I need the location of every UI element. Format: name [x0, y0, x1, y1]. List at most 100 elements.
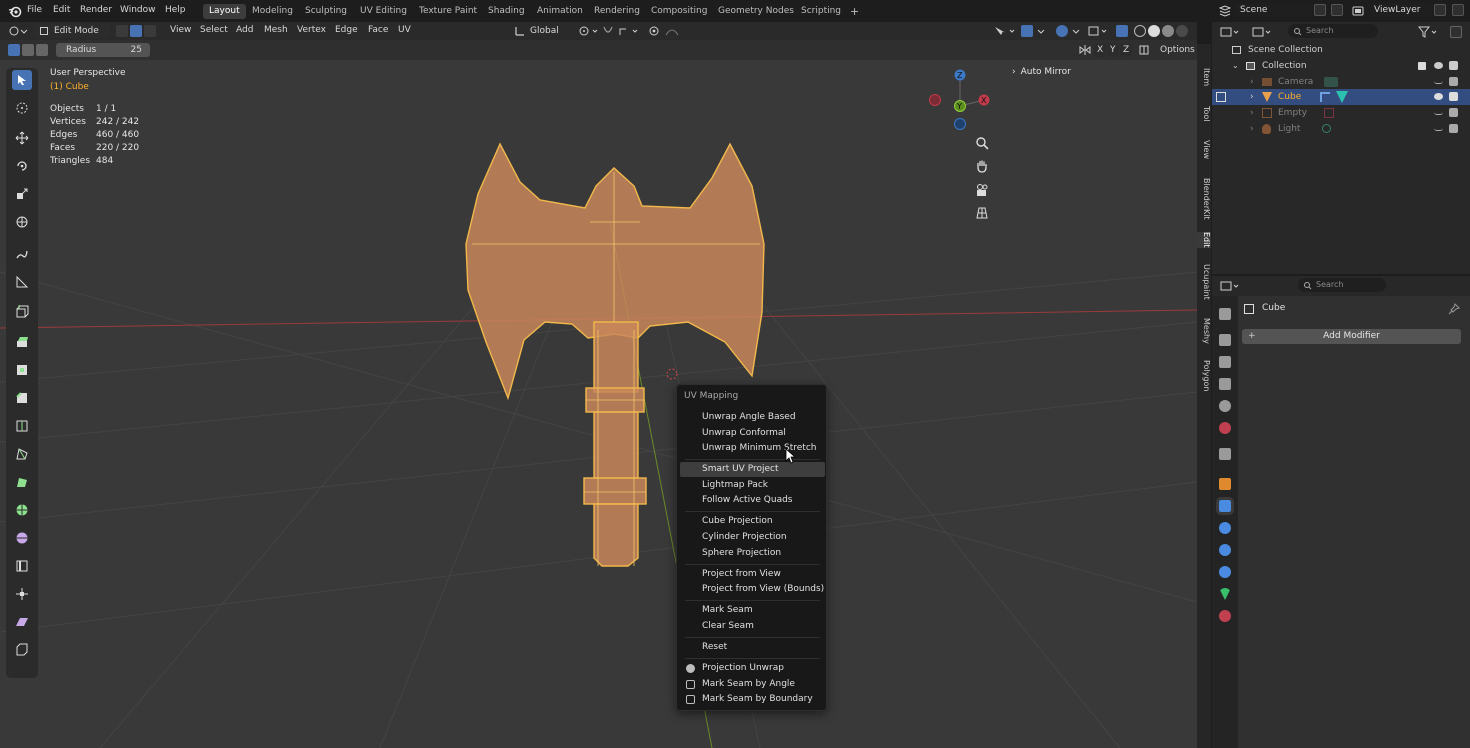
knife-tool-button[interactable]	[12, 444, 32, 464]
menu-item-unwrap-minimum-stretch[interactable]: Unwrap Minimum Stretch	[680, 441, 825, 456]
new-collection-icon[interactable]	[1450, 26, 1462, 38]
tool-tab-icon[interactable]	[1219, 308, 1231, 320]
select-extend-mode-icon[interactable]	[22, 44, 34, 56]
material-tab-icon[interactable]	[1219, 610, 1231, 622]
exclude-checkbox[interactable]	[1418, 62, 1426, 70]
view-layer-tab-icon[interactable]	[1219, 378, 1231, 390]
xray-toggle-icon[interactable]	[1116, 25, 1128, 37]
menu-item-cube-projection[interactable]: Cube Projection	[680, 514, 825, 529]
gizmo-toggle-icon[interactable]	[1021, 25, 1033, 37]
menu-item-cylinder-projection[interactable]: Cylinder Projection	[680, 530, 825, 545]
gizmo-neg-z[interactable]	[954, 118, 966, 130]
mirror-butterfly-icon[interactable]	[1078, 44, 1092, 56]
menu-item-sphere-projection[interactable]: Sphere Projection	[680, 546, 825, 561]
chevron-right-icon[interactable]: ›	[1250, 74, 1254, 90]
sidebar-tab-tool[interactable]: Tool	[1197, 106, 1211, 122]
mesh-edit-overlays-icon[interactable]	[1088, 25, 1112, 37]
edge-slide-tool-button[interactable]	[12, 556, 32, 576]
delete-scene-icon[interactable]	[1331, 4, 1343, 16]
bevel-tool-button[interactable]	[12, 388, 32, 408]
outliner-item-cube[interactable]: › Cube	[1212, 89, 1470, 105]
eye-icon[interactable]	[1434, 93, 1443, 100]
menu-item-lightmap-pack[interactable]: Lightmap Pack	[680, 478, 825, 493]
menu-item-project-from-view-bounds[interactable]: Project from View (Bounds)	[680, 582, 825, 597]
hidden-eye-icon[interactable]	[1434, 128, 1443, 131]
zoom-icon[interactable]	[974, 135, 990, 151]
chevron-right-icon[interactable]: ›	[1250, 105, 1254, 121]
menu-item-reset[interactable]: Reset	[680, 640, 825, 655]
editor-type-icon[interactable]	[8, 25, 28, 37]
eye-icon[interactable]	[1434, 62, 1443, 69]
menu-item-clear-seam[interactable]: Clear Seam	[680, 619, 825, 634]
hidden-eye-icon[interactable]	[1434, 112, 1443, 115]
delete-view-layer-icon[interactable]	[1452, 4, 1464, 16]
camera-render-icon[interactable]	[1449, 124, 1458, 133]
pivot-point-icon[interactable]	[578, 25, 600, 37]
filter-icon[interactable]	[1418, 26, 1440, 38]
menu-view[interactable]: View	[170, 25, 191, 35]
shrink-fatten-tool-button[interactable]	[12, 584, 32, 604]
add-modifier-button[interactable]: + Add Modifier	[1242, 329, 1461, 344]
scale-tool-button[interactable]	[12, 184, 32, 204]
particles-tab-icon[interactable]	[1219, 522, 1231, 534]
edit-mode-toggle-icon[interactable]	[1216, 92, 1226, 102]
sidebar-tab-polygon[interactable]: Polygon	[1197, 360, 1211, 391]
menu-item-unwrap-conformal[interactable]: Unwrap Conformal	[680, 426, 825, 441]
view-layer-selector[interactable]: ViewLayer	[1370, 3, 1432, 17]
menu-item-follow-active-quads[interactable]: Follow Active Quads	[680, 493, 825, 508]
output-tab-icon[interactable]	[1219, 356, 1231, 368]
rendered-shading-icon[interactable]	[1176, 25, 1188, 37]
add-cube-tool-button[interactable]	[12, 302, 32, 322]
menu-vertex[interactable]: Vertex	[297, 25, 326, 35]
workspace-tab-scripting[interactable]: Scripting	[795, 4, 847, 19]
properties-editor-type-icon[interactable]	[1220, 280, 1242, 292]
solid-shading-icon[interactable]	[1148, 25, 1160, 37]
sidebar-tab-item[interactable]: Item	[1197, 68, 1211, 86]
menu-edge[interactable]: Edge	[335, 25, 358, 35]
material-preview-shading-icon[interactable]	[1162, 25, 1174, 37]
menu-file[interactable]: File	[27, 5, 42, 15]
sidebar-tab-ucupaint[interactable]: Ucupaint	[1197, 264, 1211, 300]
smooth-tool-button[interactable]	[12, 528, 32, 548]
workspace-tab-rendering[interactable]: Rendering	[588, 4, 646, 19]
pin-icon[interactable]	[1448, 303, 1460, 315]
workspace-tab-geometry-nodes[interactable]: Geometry Nodes	[712, 4, 800, 19]
options-dropdown[interactable]: Options	[1156, 43, 1196, 57]
menu-edit[interactable]: Edit	[53, 5, 70, 15]
menu-render[interactable]: Render	[80, 5, 112, 15]
face-select-icon[interactable]	[144, 25, 156, 37]
radius-field[interactable]: Radius 25	[56, 43, 150, 57]
mirror-z-toggle[interactable]: Z	[1120, 43, 1132, 57]
scene-collection-row[interactable]: Scene Collection	[1212, 42, 1470, 58]
menu-window[interactable]: Window	[120, 5, 156, 15]
gizmo-dropdown-icon[interactable]	[1036, 25, 1046, 37]
menu-item-unwrap-angle-based[interactable]: Unwrap Angle Based	[680, 410, 825, 425]
scene-selector[interactable]: Scene	[1236, 3, 1312, 17]
rotate-tool-button[interactable]	[12, 156, 32, 176]
mirror-y-toggle[interactable]: Y	[1107, 43, 1119, 57]
mirror-x-toggle[interactable]: X	[1094, 43, 1106, 57]
outliner-item-light[interactable]: › Light	[1212, 121, 1470, 137]
select-subtract-mode-icon[interactable]	[36, 44, 48, 56]
collection-row[interactable]: ⌄ Collection	[1212, 58, 1470, 74]
workspace-tab-shading[interactable]: Shading	[482, 4, 531, 19]
workspace-tab-layout[interactable]: Layout	[203, 4, 246, 19]
select-box-mode-icon[interactable]	[8, 44, 20, 56]
mode-selector[interactable]: Edit Mode	[36, 24, 110, 38]
chevron-right-icon[interactable]: ›	[1250, 89, 1254, 105]
overlays-dropdown-icon[interactable]	[1071, 25, 1081, 37]
camera-render-icon[interactable]	[1449, 92, 1458, 101]
sidebar-tab-edit[interactable]: Edit	[1197, 232, 1211, 248]
add-workspace-button[interactable]: +	[844, 4, 865, 19]
mesh-symmetry-icon[interactable]	[1138, 44, 1150, 56]
cursor-tool-button[interactable]	[12, 98, 32, 118]
menu-item-project-from-view[interactable]: Project from View	[680, 567, 825, 582]
sidebar-tab-meshy[interactable]: Meshy	[1197, 318, 1211, 344]
mesh-data-tab-icon[interactable]	[1219, 588, 1231, 600]
camera-render-icon[interactable]	[1449, 77, 1458, 86]
pan-hand-icon[interactable]	[974, 158, 990, 174]
loop-cut-tool-button[interactable]	[12, 416, 32, 436]
inset-tool-button[interactable]	[12, 360, 32, 380]
new-scene-icon[interactable]	[1314, 4, 1326, 16]
shear-tool-button[interactable]	[12, 612, 32, 632]
